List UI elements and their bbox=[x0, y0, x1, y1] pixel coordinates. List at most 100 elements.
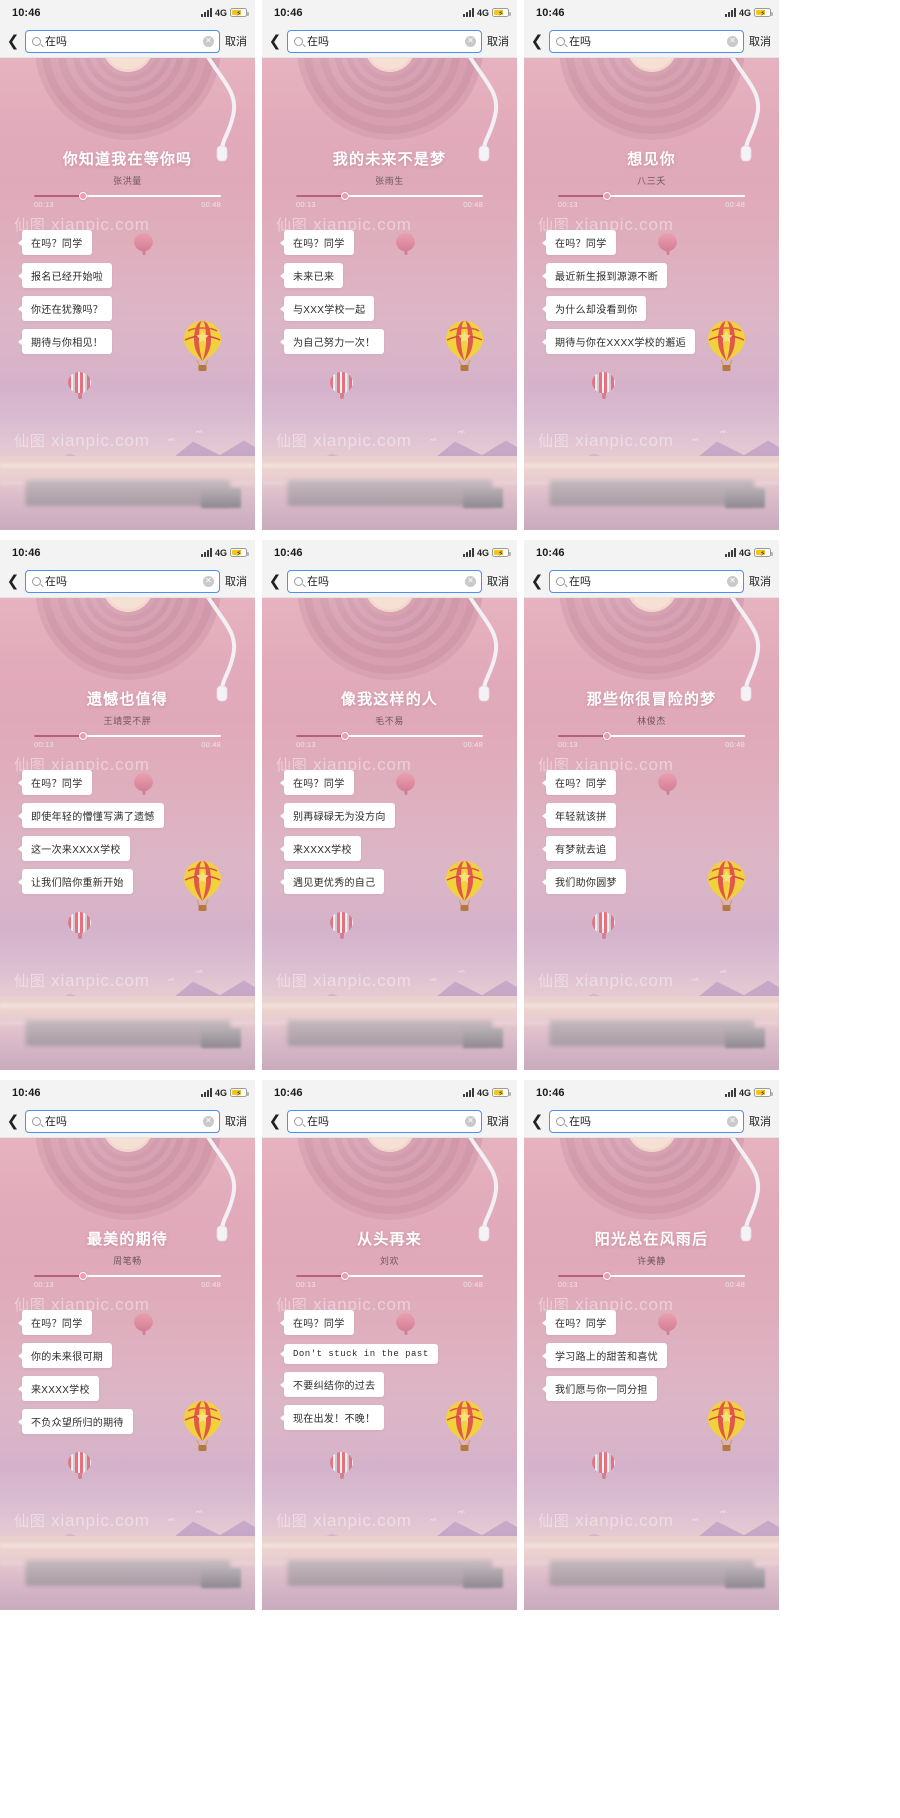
search-input[interactable]: 在吗 ✕ bbox=[549, 1109, 744, 1133]
back-chevron-icon[interactable]: ❮ bbox=[530, 570, 544, 592]
progress-track[interactable] bbox=[34, 732, 221, 740]
search-icon bbox=[294, 1116, 303, 1126]
progress-track[interactable] bbox=[34, 192, 221, 200]
back-chevron-icon[interactable]: ❮ bbox=[268, 570, 282, 592]
clear-circle-icon[interactable]: ✕ bbox=[203, 1115, 214, 1127]
progress-knob[interactable] bbox=[602, 192, 611, 200]
clear-circle-icon[interactable]: ✕ bbox=[203, 35, 214, 47]
search-input[interactable]: 在吗 ✕ bbox=[287, 1109, 482, 1133]
playback-progress[interactable]: 00:13 00:48 bbox=[34, 732, 221, 749]
progress-track[interactable] bbox=[558, 192, 745, 200]
status-indicators: 4G ⚡ bbox=[462, 548, 511, 558]
back-chevron-icon[interactable]: ❮ bbox=[6, 1110, 20, 1132]
search-query-text: 在吗 bbox=[569, 36, 591, 48]
hot-air-balloon-large-icon bbox=[446, 1401, 483, 1451]
chat-bubble-row: 来XXXX学校 bbox=[22, 1376, 133, 1409]
duration-time: 00:48 bbox=[725, 200, 745, 209]
chat-bubble: 在吗？同学 bbox=[22, 770, 92, 795]
cancel-button[interactable]: 取消 bbox=[487, 33, 509, 49]
playback-progress[interactable]: 00:13 00:48 bbox=[296, 192, 483, 209]
back-chevron-icon[interactable]: ❮ bbox=[6, 570, 20, 592]
chat-bubble-list: 在吗？同学 年轻就该拼 有梦就去追 我们助你圆梦 bbox=[546, 770, 626, 902]
cancel-button[interactable]: 取消 bbox=[225, 1113, 247, 1129]
cancel-button[interactable]: 取消 bbox=[749, 33, 771, 49]
playback-progress[interactable]: 00:13 00:48 bbox=[296, 1272, 483, 1289]
progress-knob[interactable] bbox=[340, 192, 349, 200]
search-query-text: 在吗 bbox=[569, 1116, 591, 1128]
search-input[interactable]: 在吗 ✕ bbox=[25, 1109, 220, 1133]
cancel-button[interactable]: 取消 bbox=[487, 573, 509, 589]
bird-icon: ᨒ bbox=[720, 1509, 728, 1515]
chat-bubble-row: 期待与你在XXXX学校的邂逅 bbox=[546, 329, 695, 362]
back-chevron-icon[interactable]: ❮ bbox=[530, 1110, 544, 1132]
chat-bubble-row: 不负众望所归的期待 bbox=[22, 1409, 133, 1442]
cancel-button[interactable]: 取消 bbox=[225, 573, 247, 589]
playback-progress[interactable]: 00:13 00:48 bbox=[34, 1272, 221, 1289]
back-chevron-icon[interactable]: ❮ bbox=[530, 30, 544, 52]
back-chevron-icon[interactable]: ❮ bbox=[268, 1110, 282, 1132]
status-bar: 10:46 4G ⚡ bbox=[262, 1080, 517, 1105]
progress-times: 00:13 00:48 bbox=[296, 200, 483, 209]
search-input[interactable]: 在吗 ✕ bbox=[287, 569, 482, 593]
progress-knob[interactable] bbox=[78, 732, 87, 740]
status-indicators: 4G ⚡ bbox=[724, 8, 773, 18]
search-bar: ❮ 在吗 ✕ 取消 bbox=[262, 565, 517, 598]
island-blur-right bbox=[725, 1028, 765, 1048]
clear-circle-icon[interactable]: ✕ bbox=[727, 35, 738, 47]
status-time: 10:46 bbox=[12, 546, 41, 559]
progress-knob[interactable] bbox=[340, 732, 349, 740]
player-artwork: 仙图 xianpic.com 仙图 xianpic.com 仙图 xianpic… bbox=[524, 1138, 779, 1610]
clear-circle-icon[interactable]: ✕ bbox=[465, 575, 476, 587]
search-query-text: 在吗 bbox=[307, 1116, 329, 1128]
search-input[interactable]: 在吗 ✕ bbox=[287, 29, 482, 53]
progress-played bbox=[34, 195, 83, 197]
clear-circle-icon[interactable]: ✕ bbox=[203, 575, 214, 587]
clear-circle-icon[interactable]: ✕ bbox=[727, 575, 738, 587]
progress-knob[interactable] bbox=[78, 1272, 87, 1280]
progress-times: 00:13 00:48 bbox=[34, 1280, 221, 1289]
chat-bubble-row: 别再碌碌无为没方向 bbox=[284, 803, 395, 836]
search-input[interactable]: 在吗 ✕ bbox=[25, 29, 220, 53]
search-input[interactable]: 在吗 ✕ bbox=[549, 29, 744, 53]
playback-progress[interactable]: 00:13 00:48 bbox=[558, 1272, 745, 1289]
progress-knob[interactable] bbox=[602, 1272, 611, 1280]
clear-circle-icon[interactable]: ✕ bbox=[465, 35, 476, 47]
cancel-button[interactable]: 取消 bbox=[487, 1113, 509, 1129]
status-bar: 10:46 4G ⚡ bbox=[0, 540, 255, 565]
bird-icon: ᨒ bbox=[430, 1517, 438, 1523]
cancel-button[interactable]: 取消 bbox=[225, 33, 247, 49]
search-query-text: 在吗 bbox=[569, 576, 591, 588]
playback-progress[interactable]: 00:13 00:48 bbox=[296, 732, 483, 749]
hot-air-balloon-large-icon bbox=[184, 1401, 221, 1451]
clear-circle-icon[interactable]: ✕ bbox=[727, 1115, 738, 1127]
playback-progress[interactable]: 00:13 00:48 bbox=[34, 192, 221, 209]
clear-circle-icon[interactable]: ✕ bbox=[465, 1115, 476, 1127]
back-chevron-icon[interactable]: ❮ bbox=[268, 30, 282, 52]
network-type-label: 4G bbox=[476, 7, 489, 18]
progress-track[interactable] bbox=[34, 1272, 221, 1280]
progress-track[interactable] bbox=[296, 732, 483, 740]
phone-mockup-7: 10:46 4G ⚡ ❮ 在吗 ✕ 取消 仙图 xianpic.com 仙图 x… bbox=[0, 1080, 255, 1610]
progress-knob[interactable] bbox=[340, 1272, 349, 1280]
progress-track[interactable] bbox=[296, 192, 483, 200]
playback-progress[interactable]: 00:13 00:48 bbox=[558, 732, 745, 749]
progress-track[interactable] bbox=[296, 1272, 483, 1280]
playback-progress[interactable]: 00:13 00:48 bbox=[558, 192, 745, 209]
song-title: 从头再来 bbox=[357, 1231, 422, 1248]
search-input[interactable]: 在吗 ✕ bbox=[25, 569, 220, 593]
progress-played bbox=[296, 735, 345, 737]
progress-knob[interactable] bbox=[602, 732, 611, 740]
search-input[interactable]: 在吗 ✕ bbox=[549, 569, 744, 593]
cancel-button[interactable]: 取消 bbox=[749, 573, 771, 589]
hot-air-balloon-small-icon bbox=[396, 773, 415, 796]
player-artwork: 仙图 xianpic.com 仙图 xianpic.com 仙图 xianpic… bbox=[524, 598, 779, 1070]
progress-knob[interactable] bbox=[78, 192, 87, 200]
island-blur-right bbox=[725, 488, 765, 508]
chat-bubble: 与XXX学校一起 bbox=[284, 296, 375, 321]
island-blur-center bbox=[25, 1020, 230, 1046]
back-chevron-icon[interactable]: ❮ bbox=[6, 30, 20, 52]
progress-track[interactable] bbox=[558, 1272, 745, 1280]
song-title: 那些你很冒险的梦 bbox=[586, 691, 717, 708]
progress-track[interactable] bbox=[558, 732, 745, 740]
cancel-button[interactable]: 取消 bbox=[749, 1113, 771, 1129]
